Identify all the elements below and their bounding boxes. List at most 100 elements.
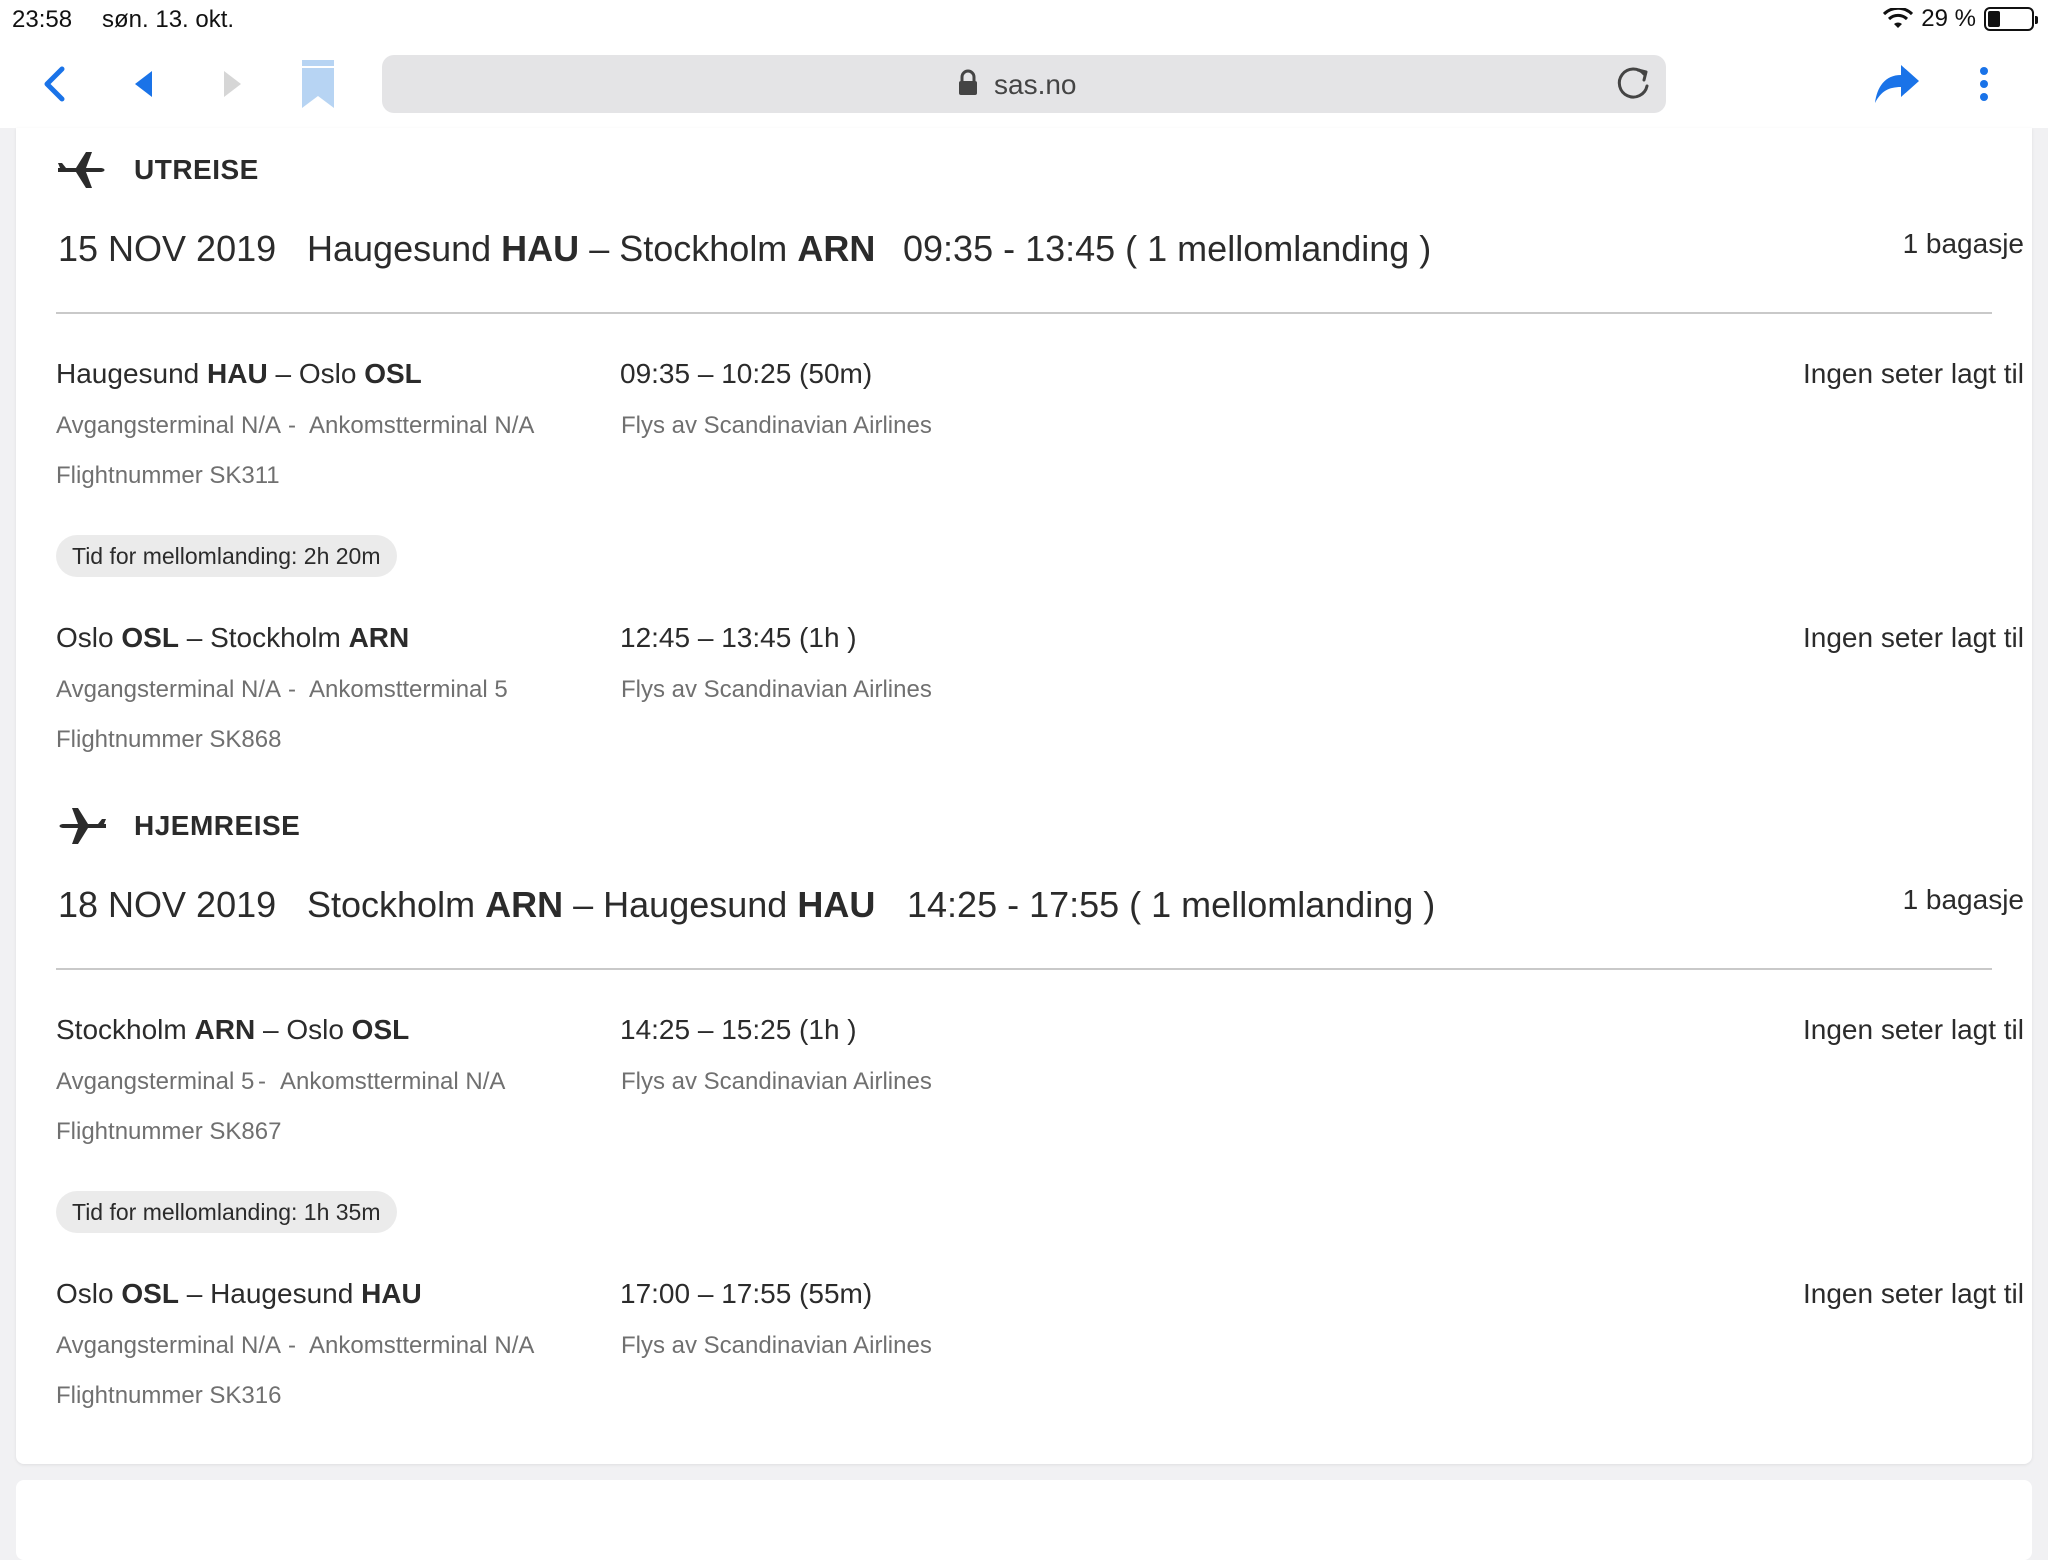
leg-operator: Flys av Scandinavian Airlines	[621, 412, 932, 439]
leg-from-city: Stockholm	[56, 1014, 187, 1045]
leg-seats: Ingen seter lagt til	[1802, 1278, 2024, 1309]
leg-dep-terminal: Avgangsterminal N/A	[56, 1332, 281, 1359]
history-back-button[interactable]	[128, 40, 158, 128]
leg-seats: Ingen seter lagt til	[1802, 1014, 2024, 1045]
leg-operator: Flys av Scandinavian Airlines	[621, 676, 932, 703]
return-header: HJEMREISE	[56, 806, 300, 846]
leg-from-city: Oslo	[56, 1278, 114, 1309]
leg-time: 14:25 – 15:25 (1h )	[620, 1014, 857, 1045]
leg-arr-terminal: Ankomstterminal N/A	[309, 412, 535, 439]
outbound-date: 15 NOV 2019	[58, 228, 277, 269]
outbound-label: UTREISE	[134, 154, 259, 185]
route-from-city: Stockholm	[307, 884, 476, 925]
leg-from-city: Haugesund	[56, 358, 200, 389]
leg-arr-terminal: Ankomstterminal 5	[309, 676, 508, 703]
terminal-separator: -	[258, 1068, 266, 1095]
outbound-time-summary: 09:35 - 13:45 ( 1 mellomlanding )	[903, 228, 1432, 269]
leg-from-code: HAU	[207, 358, 268, 389]
leg-flight-number: Flightnummer SK867	[56, 1118, 282, 1145]
leg-to-city: Haugesund	[210, 1278, 354, 1309]
reload-button[interactable]	[1614, 64, 1654, 109]
share-button[interactable]	[1872, 40, 1922, 128]
share-icon	[1875, 65, 1919, 103]
leg-from-code: ARN	[194, 1014, 256, 1045]
return-time-summary: 14:25 - 17:55 ( 1 mellomlanding )	[907, 884, 1436, 925]
url-text: sas.no	[994, 69, 1077, 100]
leg-dep-terminal: Avgangsterminal N/A	[56, 676, 281, 703]
bookmark-icon	[302, 60, 334, 108]
leg-to-city: Oslo	[298, 358, 357, 389]
layover-pill: Tid for mellomlanding: 1h 35m	[56, 1191, 397, 1233]
leg-from-city: Oslo	[56, 622, 114, 653]
terminal-separator: -	[288, 676, 296, 703]
prev-icon	[135, 71, 152, 97]
leg-route: Oslo OSL – Stockholm ARN	[56, 622, 410, 653]
route-dash: –	[589, 228, 610, 269]
address-bar[interactable]: sas.no	[382, 55, 1666, 113]
route-dash: –	[573, 884, 594, 925]
leg-dep-terminal: Avgangsterminal N/A	[56, 412, 281, 439]
leg-seats: Ingen seter lagt til	[1802, 358, 2024, 389]
return-date: 18 NOV 2019	[58, 884, 277, 925]
battery-icon	[1984, 7, 2038, 31]
status-time: 23:58	[12, 6, 73, 33]
leg-time: 12:45 – 13:45 (1h )	[620, 622, 857, 653]
divider	[56, 312, 1992, 314]
leg-to-city: Oslo	[286, 1014, 344, 1045]
outbound-baggage: 1 bagasje	[1902, 228, 2024, 259]
battery-fill	[1988, 11, 2000, 27]
leg-from-code: OSL	[121, 1278, 179, 1309]
reload-icon	[1617, 67, 1649, 99]
outbound-route: Haugesund HAU – Stockholm ARN	[307, 228, 875, 270]
back-button[interactable]	[34, 40, 74, 128]
leg-seats: Ingen seter lagt til	[1802, 622, 2024, 653]
leg-flight-number: Flightnummer SK316	[56, 1382, 282, 1409]
terminal-separator: -	[288, 412, 296, 439]
next-card	[16, 1480, 2032, 1560]
leg-route: Stockholm ARN – Oslo OSL	[56, 1014, 410, 1045]
history-forward-button[interactable]	[218, 40, 248, 128]
menu-button[interactable]	[1972, 40, 1996, 128]
return-label: HJEMREISE	[134, 810, 301, 841]
wifi-icon	[1883, 8, 1914, 28]
plane-departure-icon	[58, 152, 105, 188]
route-from-code: HAU	[501, 228, 580, 269]
leg-from-code: OSL	[121, 622, 179, 653]
leg-arr-terminal: Ankomstterminal N/A	[309, 1332, 535, 1359]
return-baggage: 1 bagasje	[1902, 884, 2024, 915]
leg-flight-number: Flightnummer SK311	[56, 462, 280, 489]
next-icon	[224, 71, 241, 97]
status-right: 29 %	[1883, 5, 2038, 33]
status-date: søn. 13. okt.	[102, 6, 235, 33]
leg-arr-terminal: Ankomstterminal N/A	[280, 1068, 506, 1095]
leg-time: 09:35 – 10:25 (50m)	[620, 358, 873, 389]
leg-to-code: HAU	[361, 1278, 422, 1309]
leg-to-city: Stockholm	[210, 622, 341, 653]
route-from-city: Haugesund	[307, 228, 492, 269]
layover-pill: Tid for mellomlanding: 2h 20m	[56, 535, 397, 577]
route-from-code: ARN	[485, 884, 564, 925]
leg-route: Oslo OSL – Haugesund HAU	[56, 1278, 422, 1309]
plane-arrival-icon	[59, 808, 106, 844]
leg-time: 17:00 – 17:55 (55m)	[620, 1278, 873, 1309]
battery-percent: 29 %	[1921, 5, 1976, 32]
return-route: Stockholm ARN – Haugesund HAU	[307, 884, 875, 926]
route-to-city: Stockholm	[619, 228, 788, 269]
leg-to-code: OSL	[364, 358, 422, 389]
itinerary-card: UTREISE 15 NOV 2019 Haugesund HAU – Stoc…	[16, 128, 2032, 1464]
outbound-header: UTREISE	[56, 150, 259, 190]
route-to-code: ARN	[797, 228, 876, 269]
divider	[56, 968, 1992, 970]
route-to-code: HAU	[797, 884, 876, 925]
terminal-separator: -	[288, 1332, 296, 1359]
leg-flight-number: Flightnummer SK868	[56, 726, 282, 753]
lock-icon	[957, 69, 979, 102]
back-icon	[44, 66, 65, 102]
route-to-city: Haugesund	[603, 884, 788, 925]
browser-toolbar: sas.no	[0, 40, 2048, 128]
leg-to-code: OSL	[351, 1014, 410, 1045]
leg-operator: Flys av Scandinavian Airlines	[621, 1332, 932, 1359]
menu-icon	[1980, 67, 1988, 101]
leg-route: Haugesund HAU – Oslo OSL	[56, 358, 422, 389]
bookmark-button[interactable]	[298, 40, 338, 128]
